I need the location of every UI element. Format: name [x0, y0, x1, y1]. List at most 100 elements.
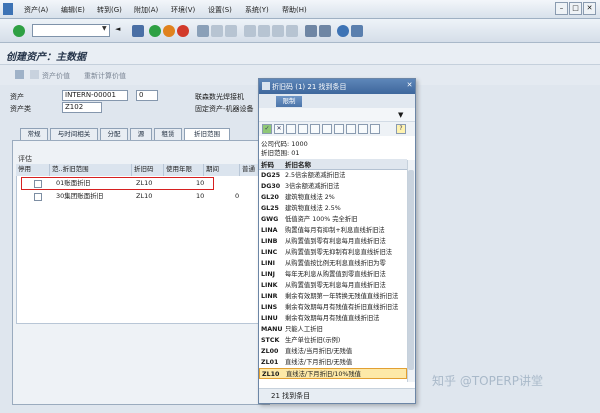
list-item[interactable]: LINJ 每年无利息从购置值到零直线折旧法 [259, 269, 407, 280]
list-item-key: DG30 [261, 183, 281, 190]
print-icon[interactable] [358, 124, 368, 134]
save-icon[interactable] [132, 25, 144, 37]
menu-help[interactable]: 帮助(H) [282, 5, 307, 15]
find-icon[interactable] [298, 124, 308, 134]
list-item[interactable]: GWG 低值资产 100% 完全折旧 [259, 214, 407, 225]
list-item[interactable]: LINB 从购置值到零有利息每月直线折旧法 [259, 236, 407, 247]
back-icon[interactable] [149, 25, 161, 37]
list-item-name: 生产单位折旧(示例) [285, 337, 341, 344]
minimize-icon[interactable]: – [555, 2, 568, 15]
list-item-key: GWG [261, 216, 279, 223]
deactivate-checkbox[interactable] [34, 193, 42, 201]
cancel-icon[interactable] [177, 25, 189, 37]
expand-icon[interactable]: ▼ [398, 111, 403, 119]
list-item[interactable]: MANU 只能人工折旧 [259, 324, 407, 335]
list-item-name: 只能人工折旧 [285, 326, 323, 333]
list-item[interactable]: LINI 从购置值按比例无利息直线折旧为零 [259, 258, 407, 269]
list-item[interactable]: LINC 从购置值到零无抑制有利息直线折旧法 [259, 247, 407, 258]
filter-icon[interactable] [334, 124, 344, 134]
list-item-key: GL20 [261, 194, 279, 201]
list-item[interactable]: GL20 建筑物直线法 2% [259, 192, 407, 203]
sap-menu-icon[interactable] [3, 3, 13, 15]
select-all-icon[interactable] [286, 124, 296, 134]
menu-edit[interactable]: 编辑(E) [61, 5, 85, 15]
restriction-bar [259, 108, 415, 122]
help-icon[interactable]: ? [396, 124, 406, 134]
first-page-icon[interactable] [244, 25, 256, 37]
list-item-name: 剩余有效期每月有残值直线折旧法 [285, 315, 380, 322]
list-item[interactable]: LINK 从购置值到零无利息每月直线折旧法 [259, 280, 407, 291]
title-bar [0, 43, 600, 65]
list-item-selected[interactable]: ZL10 直线法/下月折旧/10%残值 [259, 368, 407, 379]
shortcut-icon[interactable] [319, 25, 331, 37]
maximize-icon[interactable]: □ [569, 2, 582, 15]
sort-icon[interactable] [322, 124, 332, 134]
exit-icon[interactable] [163, 25, 175, 37]
list-item-key: ZL00 [261, 348, 279, 355]
asset-number-field[interactable]: INTERN-00001 [62, 90, 128, 101]
menu-goto[interactable]: 转到(G) [97, 5, 122, 15]
menu-settings[interactable]: 设置(S) [208, 5, 232, 15]
list-item-key: MANU [261, 326, 283, 333]
list-item[interactable]: DG30 3倍余额递减折旧法 [259, 181, 407, 192]
list-item[interactable]: STCK 生产单位折旧(示例) [259, 335, 407, 346]
enter-icon[interactable] [13, 25, 25, 37]
list-item[interactable]: LINR 剩余有效期第一年转换无残值直线折旧法 [259, 291, 407, 302]
list-item-key: LINC [261, 249, 278, 256]
command-history-icon[interactable]: ◄ [115, 25, 120, 33]
asset-class-field[interactable]: Z102 [62, 102, 102, 113]
close-icon[interactable]: ✕ [583, 2, 596, 15]
menu-environment[interactable]: 环境(V) [171, 5, 195, 15]
list-item-name: 建筑物直线法 2.5% [285, 205, 341, 212]
list-item-name: 3倍余额递减折旧法 [285, 183, 340, 190]
help-icon[interactable] [337, 25, 349, 37]
list-item-key: LINR [261, 293, 278, 300]
layout-icon[interactable] [351, 25, 363, 37]
confirm-icon[interactable]: ✓ [262, 124, 272, 134]
menu-system[interactable]: 系统(Y) [245, 5, 269, 15]
next-page-icon[interactable] [272, 25, 284, 37]
new-session-icon[interactable] [305, 25, 317, 37]
table-row-years[interactable]: 10 [196, 191, 204, 202]
list-item[interactable]: LINA 购置值每月有抑制+利息直线折旧法 [259, 225, 407, 236]
menu-asset[interactable]: 资产(A) [24, 5, 48, 15]
list-item[interactable]: GL25 建筑物直线法 2.5% [259, 203, 407, 214]
export-icon[interactable] [370, 124, 380, 134]
list-item-name: 直线法/当月折旧/无残值 [285, 348, 353, 355]
asset-class-label: 资产类 [10, 105, 31, 113]
list-item-name: 直线法/下月折旧/无残值 [285, 359, 353, 366]
cancel-icon[interactable]: ✕ [274, 124, 284, 134]
refresh-icon[interactable] [15, 70, 24, 79]
asset-value-icon[interactable] [30, 70, 39, 79]
table-row-period[interactable]: 0 [235, 191, 239, 202]
last-page-icon[interactable] [286, 25, 298, 37]
list-item-key: LINA [261, 227, 278, 234]
find-next-icon[interactable] [310, 124, 320, 134]
list-item[interactable]: ZL01 直线法/下月折旧/无残值 [259, 357, 407, 368]
layout-icon[interactable] [346, 124, 356, 134]
scrollbar-thumb[interactable] [408, 170, 414, 370]
table-row-area[interactable]: 30集团账面折旧 [56, 191, 103, 202]
list-item[interactable]: LINU 剩余有效期每月有残值直线折旧法 [259, 313, 407, 324]
asset-value-button[interactable]: 资产价值 [42, 71, 70, 81]
list-item[interactable]: ZL00 直线法/当月折旧/无残值 [259, 346, 407, 357]
depreciation-area-info: 折旧范围: 01 [261, 149, 300, 157]
menu-extras[interactable]: 附加(A) [134, 5, 158, 15]
find-icon[interactable] [211, 25, 223, 37]
recalculate-value-button[interactable]: 重新计算价值 [84, 71, 126, 81]
close-icon[interactable]: ✕ [404, 80, 415, 91]
list-item-key: LINU [261, 315, 278, 322]
list-item-name: 从购置值到零无利息每月直线折旧法 [285, 282, 386, 289]
sub-number-field[interactable]: 0 [136, 90, 158, 101]
table-row-key[interactable]: ZL10 [136, 191, 152, 202]
list-item[interactable]: LINS 剩余有效期每月有残值有折旧直线折旧法 [259, 302, 407, 313]
find-next-icon[interactable] [225, 25, 237, 37]
asset-class-description: 固定资产-机器设备 [195, 105, 254, 113]
prev-page-icon[interactable] [258, 25, 270, 37]
list-item[interactable]: DG25 2.5倍余额递减折旧法 [259, 170, 407, 181]
list-item-key: LINS [261, 304, 278, 311]
print-icon[interactable] [197, 25, 209, 37]
tab-restrictions[interactable]: 限制 [276, 96, 302, 107]
chevron-down-icon[interactable]: ▼ [102, 25, 110, 36]
command-field[interactable] [32, 24, 110, 37]
